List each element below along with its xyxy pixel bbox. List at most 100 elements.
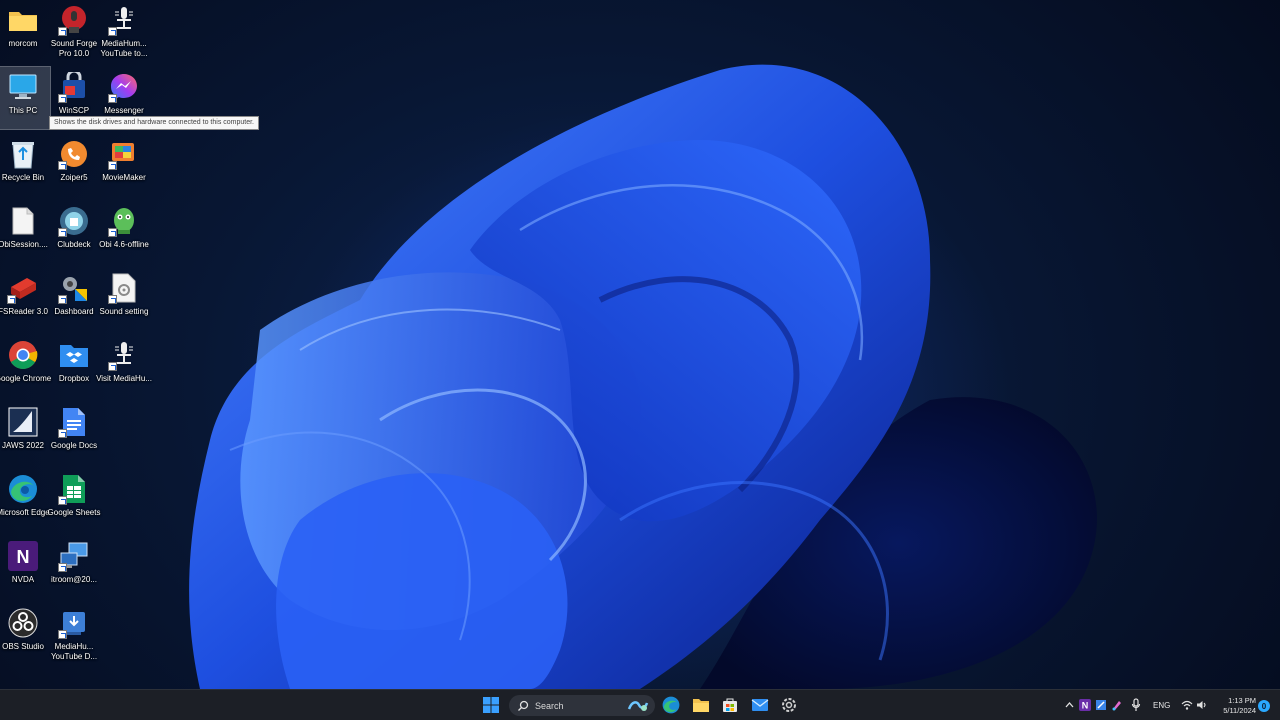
- shortcut-arrow-icon: [58, 630, 67, 639]
- mediahuman-visit-icon: [108, 339, 140, 371]
- taskbar-store[interactable]: [717, 693, 743, 717]
- desktop-icon-this-pc[interactable]: This PC: [0, 66, 51, 130]
- shortcut-arrow-icon: [58, 228, 67, 237]
- input-language[interactable]: ENG: [1153, 701, 1170, 710]
- zoiper-icon: [58, 138, 90, 170]
- show-hidden-icons-chevron-icon[interactable]: [1065, 701, 1074, 709]
- taskbar-clock[interactable]: 1:13 PM 5/11/2024: [1212, 696, 1256, 716]
- sound-forge-icon: [58, 4, 90, 36]
- desktop-icon-recycle-bin[interactable]: Recycle Bin: [0, 134, 50, 196]
- edge-icon: [662, 696, 680, 714]
- this-pc-tooltip: Shows the disk drives and hardware conne…: [49, 116, 259, 130]
- desktop-icon-obisession[interactable]: ObiSession....: [0, 201, 50, 263]
- desktop-icon-moviemaker[interactable]: MovieMaker: [97, 134, 151, 196]
- fsreader-icon: [7, 272, 39, 304]
- notification-badge[interactable]: 0: [1258, 700, 1270, 712]
- taskbar: Search N ENG 1:13 PM 5/11/2024 0: [0, 689, 1280, 720]
- google-sheets-icon: [58, 473, 90, 505]
- shortcut-arrow-icon: [108, 161, 117, 170]
- obs-icon: [7, 607, 39, 639]
- taskbar-mail[interactable]: [747, 693, 773, 717]
- desktop-icon-microsoft-edge[interactable]: Microsoft Edge: [0, 469, 50, 531]
- edge-icon: [7, 473, 39, 505]
- desktop-icon-google-chrome[interactable]: Google Chrome: [0, 335, 51, 397]
- desktop-icon-morcom[interactable]: morcom: [0, 0, 50, 62]
- dashboard-icon: [58, 272, 90, 304]
- remote-desktop-icon: [58, 540, 90, 572]
- copilot-icon: [627, 700, 649, 711]
- obi-icon: [108, 205, 140, 237]
- shortcut-arrow-icon: [108, 94, 117, 103]
- winscp-icon: [58, 71, 90, 103]
- desktop-icon-sound-forge[interactable]: Sound Forge Pro 10.0: [47, 0, 101, 62]
- svg-text:N: N: [1082, 701, 1089, 711]
- taskbar-edge[interactable]: [658, 693, 684, 717]
- shortcut-arrow-icon: [108, 295, 117, 304]
- shortcut-arrow-icon: [108, 27, 117, 36]
- desktop-icon-google-sheets[interactable]: Google Sheets: [47, 469, 101, 531]
- nvda-icon: N: [7, 540, 39, 572]
- shortcut-arrow-icon: [58, 161, 67, 170]
- desktop-icon-itroom[interactable]: itroom@20...: [47, 536, 101, 598]
- jaws-icon: [7, 406, 39, 438]
- tray-app-icon[interactable]: [1095, 699, 1107, 711]
- folder-icon: [7, 4, 39, 36]
- svg-text:N: N: [17, 547, 30, 567]
- desktop-icon-google-docs[interactable]: Google Docs: [47, 402, 101, 464]
- chrome-icon: [7, 339, 39, 371]
- desktop: morcom This PC Recycle Bin ObiSession...…: [0, 0, 1280, 689]
- recycle-bin-icon: [7, 138, 39, 170]
- shortcut-arrow-icon: [58, 496, 67, 505]
- microphone-icon[interactable]: [1131, 698, 1141, 712]
- desktop-icon-jaws[interactable]: JAWS 2022: [0, 402, 50, 464]
- shortcut-arrow-icon: [58, 295, 67, 304]
- desktop-icon-nvda[interactable]: N NVDA: [0, 536, 50, 598]
- settings-file-icon: [108, 272, 140, 304]
- taskbar-settings[interactable]: [776, 693, 802, 717]
- nvda-tray-icon[interactable]: N: [1079, 699, 1091, 711]
- wallpaper-bloom: [189, 64, 1097, 689]
- desktop-icon-zoiper[interactable]: Zoiper5: [47, 134, 101, 196]
- clubdeck-icon: [58, 205, 90, 237]
- google-docs-icon: [58, 406, 90, 438]
- shortcut-arrow-icon: [108, 228, 117, 237]
- desktop-icon-clubdeck[interactable]: Clubdeck: [47, 201, 101, 263]
- desktop-icon-obs-studio[interactable]: OBS Studio: [0, 603, 50, 665]
- mail-icon: [751, 699, 769, 711]
- desktop-icon-dashboard[interactable]: Dashboard: [47, 268, 101, 330]
- shortcut-arrow-icon: [58, 94, 67, 103]
- mediahuman-downloader-icon: [58, 607, 90, 639]
- taskbar-search[interactable]: Search: [509, 695, 655, 716]
- desktop-icon-fsreader[interactable]: FSReader 3.0: [0, 268, 50, 330]
- desktop-icon-obi-offline[interactable]: Obi 4.6-offline: [97, 201, 151, 263]
- settings-icon: [782, 698, 796, 712]
- document-icon: [7, 205, 39, 237]
- moviemaker-icon: [108, 138, 140, 170]
- clock-time: 1:13 PM: [1228, 696, 1256, 705]
- desktop-icon-mediahuman-youtube-downloader[interactable]: MediaHu... YouTube D...: [47, 603, 101, 665]
- file-explorer-icon: [693, 699, 709, 712]
- shortcut-arrow-icon: [108, 362, 117, 371]
- clock-date: 5/11/2024: [1223, 706, 1256, 715]
- desktop-icon-visit-mediahuman[interactable]: Visit MediaHu...: [96, 335, 152, 397]
- volume-icon[interactable]: [1196, 700, 1208, 710]
- start-button[interactable]: [478, 693, 504, 717]
- store-icon: [723, 698, 737, 712]
- taskbar-file-explorer[interactable]: [688, 693, 714, 717]
- desktop-icon-dropbox[interactable]: Dropbox: [47, 335, 101, 397]
- search-icon: [518, 700, 529, 711]
- wifi-icon[interactable]: [1181, 700, 1193, 710]
- dropbox-icon: [58, 339, 90, 371]
- shortcut-arrow-icon: [58, 563, 67, 572]
- desktop-icon-sound-setting[interactable]: Sound setting: [97, 268, 151, 330]
- tray-paint-icon[interactable]: [1111, 699, 1123, 711]
- this-pc-icon: [7, 71, 39, 103]
- shortcut-arrow-icon: [58, 429, 67, 438]
- search-placeholder: Search: [535, 700, 564, 711]
- start-icon: [483, 697, 499, 713]
- messenger-icon: [108, 71, 140, 103]
- mediahuman-icon: [108, 4, 140, 36]
- shortcut-arrow-icon: [58, 27, 67, 36]
- shortcut-arrow-icon: [7, 295, 16, 304]
- desktop-icon-mediahuman-youtube-to[interactable]: MediaHum... YouTube to...: [97, 0, 151, 62]
